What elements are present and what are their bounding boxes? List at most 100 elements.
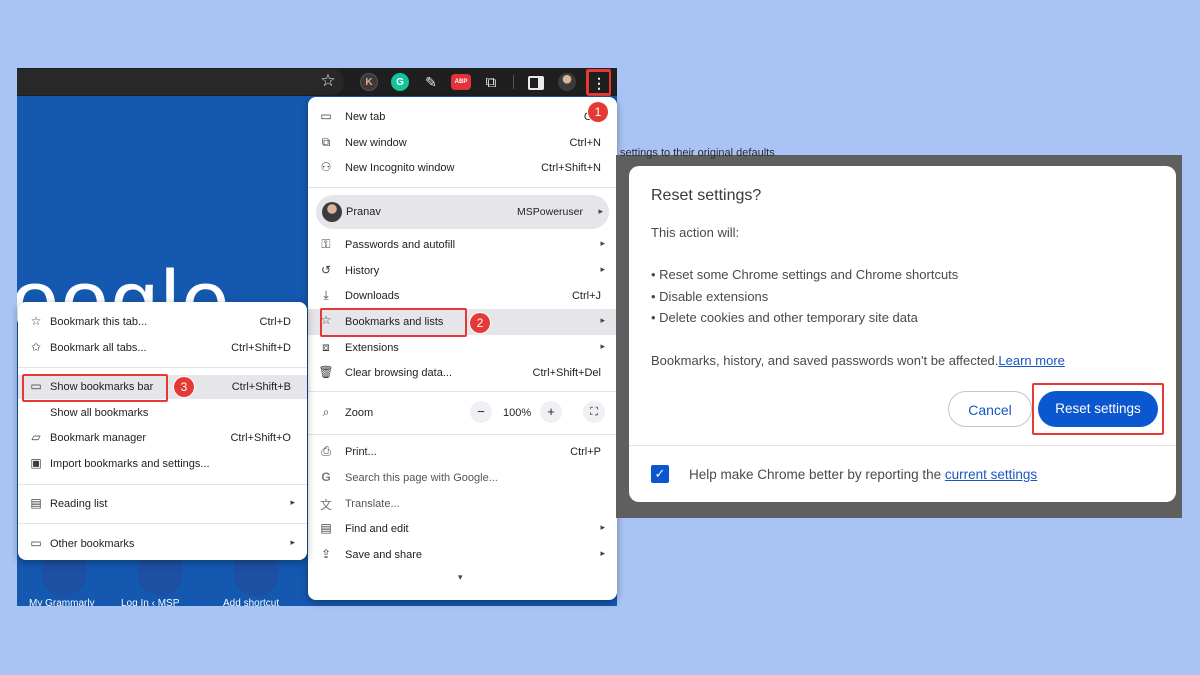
shortcut-label: Log In ‹ MSP: [121, 598, 180, 606]
menu-item-label: Bookmark this tab...: [50, 316, 148, 328]
step-3-highlight: [22, 374, 168, 402]
cancel-button[interactable]: Cancel: [948, 391, 1032, 427]
menu-item-profile[interactable]: Pranav MSPoweruser ▸: [316, 195, 609, 229]
find-icon: ▤: [320, 521, 332, 535]
menu-item-shortcut: Ctrl+Shift+O: [230, 432, 291, 444]
shortcut-label: My Grammarly: [29, 598, 95, 606]
menu-item-label: Print...: [345, 446, 377, 458]
fullscreen-button[interactable]: ⛶: [583, 401, 605, 423]
import-icon: ▣: [30, 456, 42, 470]
menu-item-find-and-edit[interactable]: ▤ Find and edit ▸: [308, 517, 617, 541]
help-improve-label: Help make Chrome better by reporting the…: [689, 467, 1037, 482]
menu-item-new-window[interactable]: ⧉ New window Ctrl+N: [308, 131, 617, 155]
print-icon: ⎙: [321, 444, 331, 458]
menu-item-bookmark-manager[interactable]: ▱ Bookmark manager Ctrl+Shift+O: [18, 426, 307, 450]
extension-k-icon[interactable]: K: [360, 73, 378, 91]
help-improve-checkbox[interactable]: ✓: [651, 465, 669, 483]
star-all-icon: ✩: [30, 340, 42, 354]
chevron-right-icon: ▸: [600, 264, 605, 274]
chevron-right-icon: ▸: [600, 548, 605, 558]
menu-item-extensions[interactable]: ⧈ Extensions ▸: [308, 336, 617, 360]
chevron-right-icon: ▸: [598, 206, 603, 216]
chevron-right-icon: ▸: [600, 522, 605, 532]
new-window-icon: ⧉: [321, 135, 331, 149]
menu-item-label: New window: [345, 137, 407, 149]
omnibox[interactable]: [17, 69, 344, 95]
zoom-in-button[interactable]: +: [540, 401, 562, 423]
menu-item-downloads[interactable]: ⤓ Downloads Ctrl+J: [308, 284, 617, 308]
reset-settings-dialog: Reset settings? This action will: • Rese…: [629, 166, 1176, 502]
more-items-arrow-icon[interactable]: ▾: [458, 572, 463, 583]
menu-item-search-with-google[interactable]: G Search this page with Google...: [308, 466, 617, 490]
folder-icon: ▭: [30, 536, 42, 550]
current-settings-link[interactable]: current settings: [945, 467, 1037, 482]
chevron-right-icon: ▸: [600, 238, 605, 248]
menu-item-save-and-share[interactable]: ⇪ Save and share ▸: [308, 543, 617, 567]
menu-item-bookmark-all-tabs[interactable]: ✩ Bookmark all tabs... Ctrl+Shift+D: [18, 336, 307, 360]
dialog-intro: This action will:: [651, 225, 740, 240]
profile-avatar[interactable]: [558, 73, 576, 91]
menu-item-shortcut: Ctrl+P: [570, 446, 601, 458]
side-panel-icon[interactable]: [528, 76, 544, 90]
menu-item-history[interactable]: ↺ History ▸: [308, 259, 617, 283]
extensions-puzzle-icon[interactable]: ⧉: [482, 73, 500, 91]
menu-item-other-bookmarks[interactable]: ▭ Other bookmarks ▸: [18, 532, 307, 556]
dialog-bullet: • Delete cookies and other temporary sit…: [651, 310, 918, 325]
chevron-right-icon: ▸: [600, 341, 605, 351]
menu-item-passwords[interactable]: ⚿ Passwords and autofill ▸: [308, 233, 617, 257]
dialog-bullet: • Disable extensions: [651, 289, 769, 304]
zoom-out-button[interactable]: −: [470, 401, 492, 423]
menu-item-new-tab[interactable]: ▭ New tab Ctrl: [308, 105, 617, 129]
zoom-level: 100%: [503, 407, 532, 419]
menu-item-reading-list[interactable]: ▤ Reading list ▸: [18, 492, 307, 516]
download-icon: ⤓: [323, 288, 329, 302]
menu-item-shortcut: Ctrl+Shift+N: [541, 162, 601, 174]
dialog-title: Reset settings?: [651, 187, 762, 204]
learn-more-link[interactable]: Learn more: [998, 353, 1064, 368]
menu-item-label: Passwords and autofill: [345, 239, 456, 251]
zoom-icon: ⌕: [322, 405, 330, 419]
chevron-right-icon: ▸: [600, 315, 605, 325]
menu-item-label: Extensions: [345, 342, 399, 354]
step-2-highlight: [320, 308, 467, 337]
menu-item-label: Other bookmarks: [50, 538, 135, 550]
step-1-highlight: [586, 69, 611, 95]
dialog-note: Bookmarks, history, and saved passwords …: [651, 353, 1065, 368]
google-icon: G: [321, 470, 331, 484]
chevron-right-icon: ▸: [290, 537, 295, 547]
chevron-right-icon: ▸: [290, 497, 295, 507]
menu-item-shortcut: Ctrl+Shift+Del: [532, 367, 601, 379]
history-icon: ↺: [320, 263, 332, 277]
step-3-badge: 3: [174, 377, 194, 397]
menu-item-translate[interactable]: 文 Translate...: [308, 492, 617, 516]
grammarly-extension-icon[interactable]: G: [391, 73, 409, 91]
profile-name: Pranav: [346, 206, 381, 218]
shortcut-label: Add shortcut: [223, 598, 280, 606]
menu-item-bookmark-this-tab[interactable]: ☆ Bookmark this tab... Ctrl+D: [18, 310, 307, 334]
menu-item-shortcut: Ctrl+N: [569, 137, 601, 149]
toolbar-divider: [513, 75, 514, 89]
adblock-extension-icon[interactable]: ABP: [451, 74, 471, 90]
menu-item-import-bookmarks[interactable]: ▣ Import bookmarks and settings...: [18, 452, 307, 476]
reading-list-icon: ▤: [30, 496, 42, 510]
menu-item-print[interactable]: ⎙ Print... Ctrl+P: [308, 440, 617, 464]
browser-toolbar: ☆ K G ✎ ABP ⧉ ⋮: [17, 68, 617, 96]
menu-item-label: Find and edit: [345, 523, 409, 535]
menu-item-label: Clear browsing data...: [345, 367, 452, 379]
menu-item-clear-browsing-data[interactable]: 🗑 Clear browsing data... Ctrl+Shift+Del: [308, 361, 617, 385]
menu-item-label: Save and share: [345, 549, 423, 561]
pen-extension-icon[interactable]: ✎: [422, 73, 440, 91]
menu-item-new-incognito[interactable]: ⚇ New Incognito window Ctrl+Shift+N: [308, 156, 617, 180]
menu-item-shortcut: Ctrl+J: [571, 290, 601, 302]
profile-avatar: [322, 202, 342, 222]
step-1-badge: 1: [588, 102, 608, 122]
bookmark-star-icon[interactable]: ☆: [319, 71, 337, 90]
menu-item-show-all-bookmarks[interactable]: Show all bookmarks: [18, 401, 307, 425]
menu-item-label: Reading list: [50, 498, 108, 510]
menu-divider: [308, 187, 617, 188]
menu-item-label: Bookmark all tabs...: [50, 342, 147, 354]
star-add-icon: ☆: [30, 314, 42, 328]
menu-divider: [18, 523, 307, 524]
menu-item-label: Bookmark manager: [50, 432, 146, 444]
menu-item-zoom: ⌕ Zoom − 100% + ⛶: [308, 399, 617, 427]
